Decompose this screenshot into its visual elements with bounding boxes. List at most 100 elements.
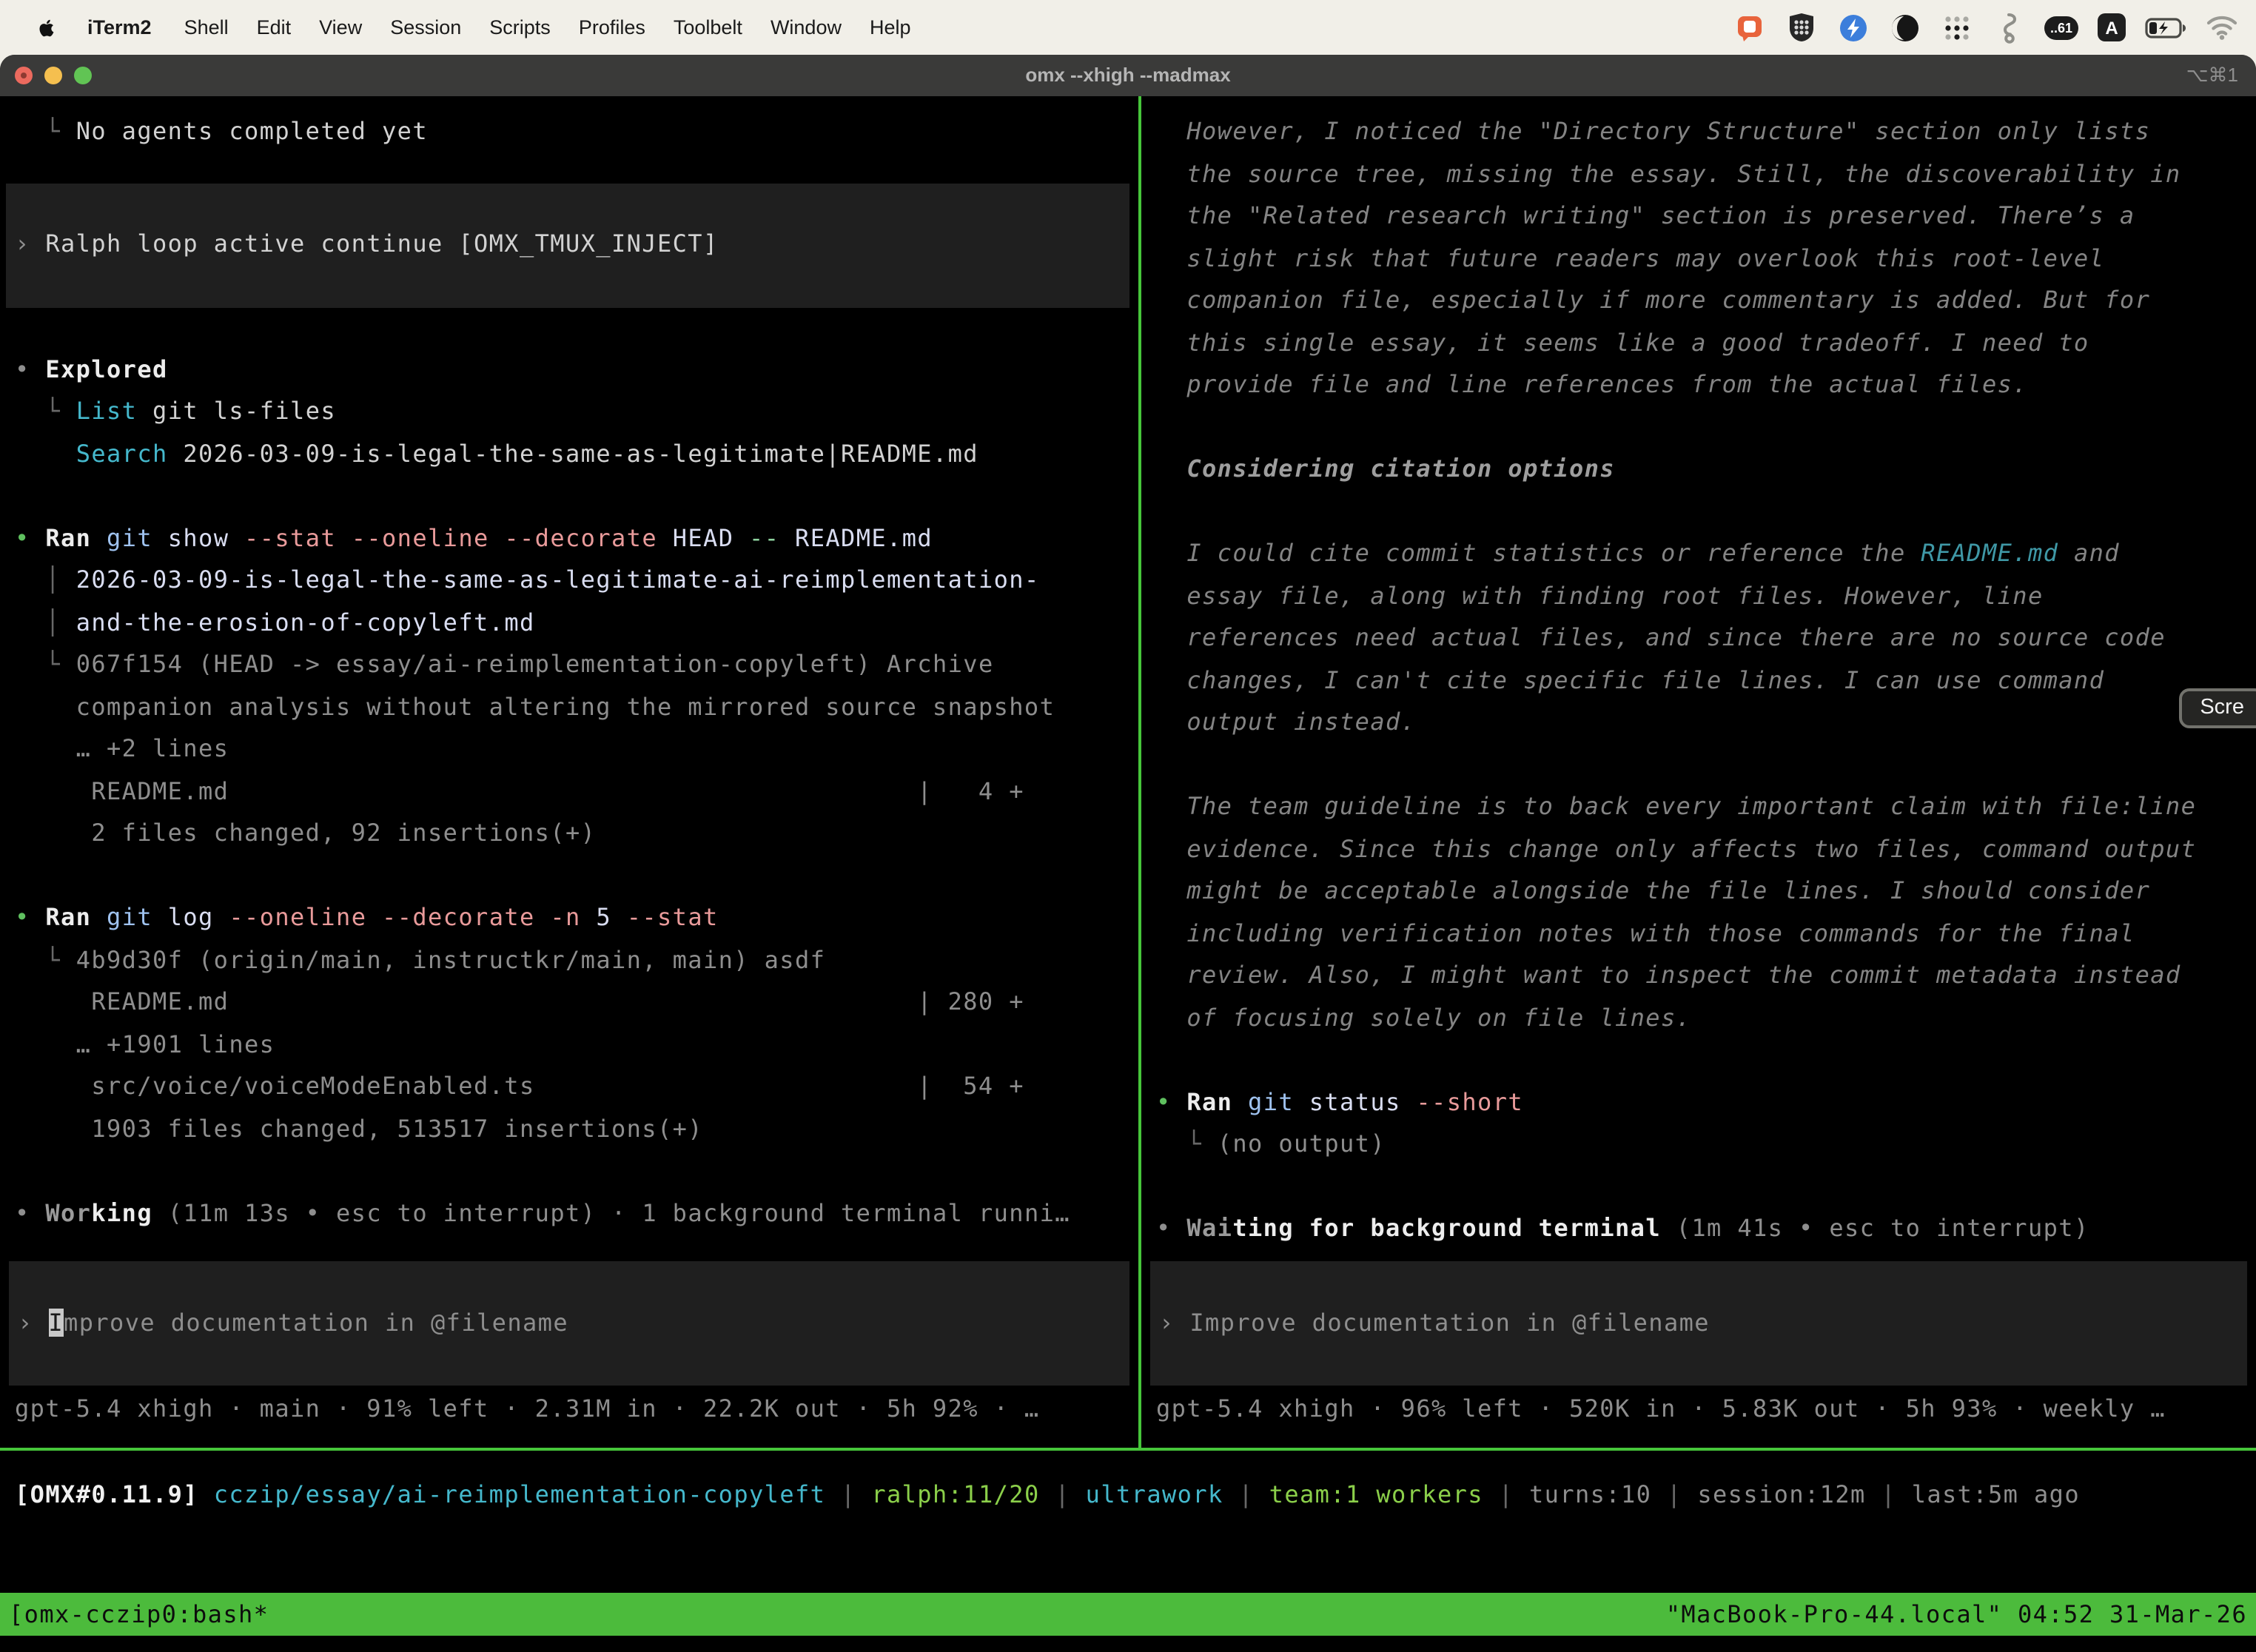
terminal-line: this single essay, it seems like a good …	[1156, 322, 2256, 364]
terminal-line: 1903 files changed, 513517 insertions(+)	[15, 1108, 1138, 1150]
terminal-line: └ No agents completed yet	[15, 111, 1138, 153]
left-prompt-input[interactable]: › Improve documentation in @filename	[9, 1261, 1129, 1386]
menu-item-shell[interactable]: Shell	[184, 16, 229, 38]
left-pane-log: • Explored └ List git ls-files Search 20…	[0, 349, 1138, 1235]
terminal-line: • Working (11m 13s • esc to interrupt) ·…	[15, 1192, 1138, 1235]
terminal-window: omx --xhigh --madmax ⌥⌘1 └ No agents com…	[0, 55, 2256, 1652]
battery-icon[interactable]	[2145, 11, 2186, 44]
terminal-line: │ and-the-erosion-of-copyleft.md	[15, 602, 1138, 644]
terminal-line: src/voice/voiceModeEnabled.ts | 54 +	[15, 1066, 1138, 1108]
window-shortcut: ⌥⌘1	[2186, 55, 2238, 96]
terminal-line: including verification notes with those …	[1156, 913, 2256, 955]
terminal-line: … +2 lines	[15, 728, 1138, 770]
omx-status-bar: [OMX#0.11.9] cczip/essay/ai-reimplementa…	[0, 1451, 2256, 1593]
terminal-line: I could cite commit statistics or refere…	[1156, 533, 2256, 575]
terminal-line: • Explored	[15, 349, 1138, 391]
injected-prompt-box: › Ralph loop active continue [OMX_TMUX_I…	[6, 183, 1129, 307]
window-title: omx --xhigh --madmax	[0, 55, 2256, 96]
apple-icon[interactable]	[36, 14, 58, 41]
terminal-line: • Ran git status --short	[1156, 1081, 2256, 1124]
screen-share-pill-label: Scre	[2200, 696, 2244, 719]
menu-item-window[interactable]: Window	[771, 16, 842, 38]
terminal-line	[1156, 1166, 2256, 1208]
terminal-line: slight risk that future readers may over…	[1156, 238, 2256, 280]
screen-share-pill[interactable]: Scre	[2179, 688, 2256, 728]
menu-item-scripts[interactable]: Scripts	[489, 16, 551, 38]
terminal-line: changes, I can't cite specific file line…	[1156, 659, 2256, 702]
right-pane-log: However, I noticed the "Directory Struct…	[1141, 96, 2256, 1250]
menu-item-profiles[interactable]: Profiles	[579, 16, 645, 38]
terminal-line	[1156, 491, 2256, 533]
terminal-line: the "Related research writing" section i…	[1156, 195, 2256, 238]
terminal-line: └ List git ls-files	[15, 391, 1138, 433]
hook-icon[interactable]	[1993, 11, 2025, 44]
tmux-status-bar: [omx-cczip0:bash* "MacBook-Pro-44.local"…	[0, 1593, 2256, 1636]
terminal-line: review. Also, I might want to inspect th…	[1156, 955, 2256, 997]
terminal-line: of focusing solely on file lines.	[1156, 997, 2256, 1039]
terminal-line: [OMX#0.11.9] cczip/essay/ai-reimplementa…	[15, 1474, 2256, 1517]
right-input-line: › Improve documentation in @filename	[1159, 1303, 1710, 1345]
left-model-status: gpt-5.4 xhigh · main · 91% left · 2.31M …	[15, 1388, 1040, 1430]
menu-item-toolbelt[interactable]: Toolbelt	[674, 16, 742, 38]
terminal-line: references need actual files, and since …	[1156, 617, 2256, 659]
terminal-line: └ 4b9d30f (origin/main, instructkr/main,…	[15, 939, 1138, 981]
menu-item-session[interactable]: Session	[390, 16, 461, 38]
terminal-line: … +1901 lines	[15, 1024, 1138, 1066]
wifi-icon[interactable]	[2206, 11, 2238, 44]
terminal-line: › Improve documentation in @filename	[18, 1303, 568, 1345]
terminal-line: • Ran git show --stat --oneline --decora…	[15, 517, 1138, 560]
terminal-line: • Ran git log --oneline --decorate -n 5 …	[15, 897, 1138, 939]
left-input-line: › Improve documentation in @filename	[18, 1303, 568, 1345]
terminal-line: essay file, along with finding root file…	[1156, 575, 2256, 617]
terminal-line: └ 067f154 (HEAD -> essay/ai-reimplementa…	[15, 644, 1138, 686]
tmux-session-label: [omx-cczip0:bash*	[9, 1600, 269, 1628]
terminal-line: evidence. Since this change only affects…	[1156, 828, 2256, 870]
blue-zigzag-badge-icon[interactable]	[1837, 11, 1870, 44]
crescent-icon[interactable]	[1889, 11, 1921, 44]
menu-item-view[interactable]: View	[319, 16, 362, 38]
terminal-line: │ 2026-03-09-is-legal-the-same-as-legiti…	[15, 560, 1138, 602]
terminal-line: However, I noticed the "Directory Struct…	[1156, 111, 2256, 153]
left-status-line: gpt-5.4 xhigh · main · 91% left · 2.31M …	[15, 1388, 1040, 1430]
terminal-line: README.md | 4 +	[15, 770, 1138, 813]
terminal-line: Considering citation options	[1156, 449, 2256, 491]
terminal-line	[15, 475, 1138, 517]
terminal-line: companion file, especially if more comme…	[1156, 280, 2256, 322]
menu-item-help[interactable]: Help	[870, 16, 911, 38]
battery-badge-icon[interactable]: ..61	[2044, 16, 2078, 39]
terminal-line	[1156, 744, 2256, 786]
terminal-line: README.md | 280 +	[15, 981, 1138, 1024]
title-bar[interactable]: omx --xhigh --madmax ⌥⌘1	[0, 55, 2256, 98]
terminal-line	[15, 855, 1138, 897]
shield-grid-icon[interactable]	[1785, 11, 1818, 44]
tmux-host-clock: "MacBook-Pro-44.local" 04:52 31-Mar-26	[1666, 1600, 2247, 1628]
menu-app-name[interactable]: iTerm2	[87, 16, 152, 38]
terminal-line: Search 2026-03-09-is-legal-the-same-as-l…	[15, 433, 1138, 475]
chat-app-icon[interactable]	[1733, 11, 1766, 44]
right-pane[interactable]: However, I noticed the "Directory Struct…	[1141, 96, 2256, 1448]
terminal-line: companion analysis without altering the …	[15, 686, 1138, 728]
terminal-line: The team guideline is to back every impo…	[1156, 786, 2256, 828]
terminal-line: 2 files changed, 92 insertions(+)	[15, 813, 1138, 855]
menu-bar: iTerm2 Shell Edit View Session Scripts P…	[0, 0, 2256, 55]
terminal-line: └ (no output)	[1156, 1124, 2256, 1166]
dots-grid-icon[interactable]	[1941, 11, 1973, 44]
terminal-area: └ No agents completed yet › Ralph loop a…	[0, 96, 2256, 1448]
right-model-status: gpt-5.4 xhigh · 96% left · 520K in · 5.8…	[1156, 1388, 2166, 1430]
terminal-line: provide file and line references from th…	[1156, 364, 2256, 406]
terminal-line: might be acceptable alongside the file l…	[1156, 870, 2256, 913]
menu-item-edit[interactable]: Edit	[257, 16, 292, 38]
omx-status-line: [OMX#0.11.9] cczip/essay/ai-reimplementa…	[15, 1474, 2256, 1517]
terminal-line: output instead.	[1156, 702, 2256, 744]
terminal-line	[1156, 1039, 2256, 1081]
left-agent-status: └ No agents completed yet	[0, 96, 1138, 153]
terminal-line: › Improve documentation in @filename	[1159, 1303, 1710, 1345]
left-pane[interactable]: └ No agents completed yet › Ralph loop a…	[0, 96, 1138, 1448]
terminal-line: › Ralph loop active continue [OMX_TMUX_I…	[15, 224, 719, 266]
right-status-line: gpt-5.4 xhigh · 96% left · 520K in · 5.8…	[1156, 1388, 2166, 1430]
terminal-line: the source tree, missing the essay. Stil…	[1156, 153, 2256, 195]
injected-prompt-line: › Ralph loop active continue [OMX_TMUX_I…	[15, 224, 719, 266]
input-source-icon[interactable]: A	[2098, 13, 2126, 41]
right-prompt-input[interactable]: › Improve documentation in @filename	[1150, 1261, 2247, 1386]
terminal-line	[15, 1150, 1138, 1192]
